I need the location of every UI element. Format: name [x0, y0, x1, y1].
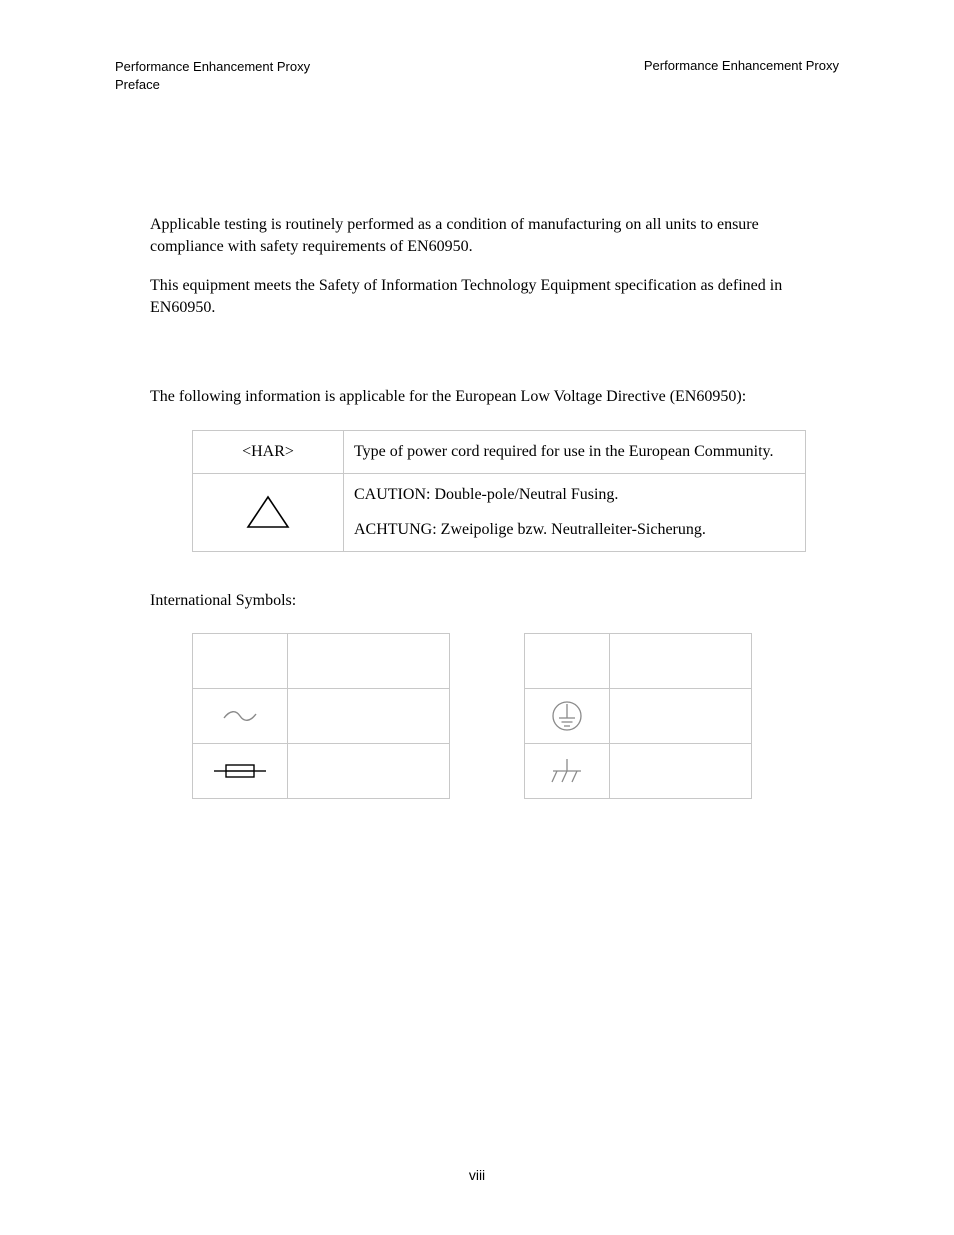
header-right: Performance Enhancement Proxy [644, 58, 839, 93]
intl-right-r1-icon [525, 634, 610, 689]
table-row [525, 744, 752, 799]
intl-table-right [524, 633, 752, 799]
intl-left-r2-desc [288, 689, 450, 744]
fuse-icon [212, 760, 268, 782]
intl-symbols-heading: International Symbols: [150, 590, 820, 612]
directive-table-wrap: <HAR> Type of power cord required for us… [192, 430, 806, 552]
page-number: viii [0, 1167, 954, 1183]
table-row [193, 634, 450, 689]
intl-right-r2-icon [525, 689, 610, 744]
content-area: Applicable testing is routinely performe… [150, 214, 820, 799]
caution-triangle-cell [193, 473, 344, 551]
intl-right-r1-desc [610, 634, 752, 689]
intl-left-r3-icon [193, 744, 288, 799]
caution-desc-cell: CAUTION: Double-pole/Neutral Fusing. ACH… [344, 473, 806, 551]
intl-left-r2-icon [193, 689, 288, 744]
achtung-line: ACHTUNG: Zweipolige bzw. Neutralleiter-S… [354, 519, 795, 541]
header-left-line1: Performance Enhancement Proxy [115, 58, 310, 76]
header-left-line2: Preface [115, 76, 310, 94]
intl-right-r2-desc [610, 689, 752, 744]
har-desc-cell: Type of power cord required for use in t… [344, 430, 806, 473]
intl-right-r3-icon [525, 744, 610, 799]
caution-triangle-icon [245, 494, 291, 530]
page-header: Performance Enhancement Proxy Preface Pe… [115, 58, 839, 93]
ac-tilde-icon [221, 707, 259, 725]
table-row [193, 689, 450, 744]
spacer [150, 336, 820, 386]
paragraph-1: Applicable testing is routinely performe… [150, 214, 820, 257]
table-row [525, 689, 752, 744]
table-row [525, 634, 752, 689]
intl-left-r1-icon [193, 634, 288, 689]
paragraph-2: This equipment meets the Safety of Infor… [150, 275, 820, 318]
caution-line: CAUTION: Double-pole/Neutral Fusing. [354, 484, 795, 506]
table-row: <HAR> Type of power cord required for us… [193, 430, 806, 473]
directive-table: <HAR> Type of power cord required for us… [192, 430, 806, 552]
intl-left-r3-desc [288, 744, 450, 799]
chassis-ground-icon [547, 756, 587, 786]
har-symbol-cell: <HAR> [193, 430, 344, 473]
paragraph-3: The following information is applicable … [150, 386, 820, 408]
table-row [193, 744, 450, 799]
intl-tables-row [192, 633, 820, 799]
protective-earth-icon [549, 698, 585, 734]
intl-right-r3-desc [610, 744, 752, 799]
table-row: CAUTION: Double-pole/Neutral Fusing. ACH… [193, 473, 806, 551]
header-left: Performance Enhancement Proxy Preface [115, 58, 310, 93]
intl-left-r1-desc [288, 634, 450, 689]
intl-table-left [192, 633, 450, 799]
